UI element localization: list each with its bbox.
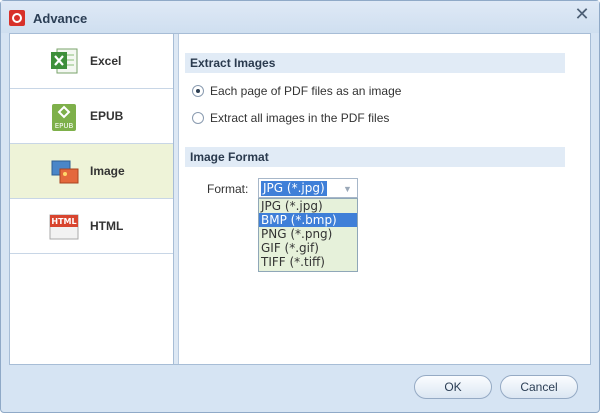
dropdown-option-bmp[interactable]: BMP (*.bmp): [259, 213, 357, 227]
panel-divider: [174, 34, 179, 364]
excel-icon: [48, 46, 80, 78]
dropdown-option-gif[interactable]: GIF (*.gif): [259, 241, 357, 255]
dropdown-option-png[interactable]: PNG (*.png): [259, 227, 357, 241]
sidebar: Excel EPUB EPUB Image HTML HTML: [10, 34, 174, 364]
sidebar-item-image[interactable]: Image: [10, 144, 173, 199]
close-button[interactable]: ✕: [569, 4, 595, 24]
extract-images-header: Extract Images: [185, 53, 565, 73]
html-icon: HTML: [48, 211, 80, 243]
format-select[interactable]: JPG (*.jpg) ▼: [258, 178, 358, 198]
sidebar-item-excel[interactable]: Excel: [10, 34, 173, 89]
radio-button[interactable]: [192, 112, 204, 124]
image-icon: [48, 156, 80, 188]
radio-label: Extract all images in the PDF files: [210, 111, 390, 125]
sidebar-item-epub[interactable]: EPUB EPUB: [10, 89, 173, 144]
format-dropdown-list: JPG (*.jpg) BMP (*.bmp) PNG (*.png) GIF …: [258, 198, 358, 272]
sidebar-item-label: HTML: [90, 219, 124, 233]
epub-icon-text: EPUB: [55, 122, 74, 130]
sidebar-item-label: EPUB: [90, 109, 124, 123]
format-select-value: JPG (*.jpg): [261, 181, 327, 196]
sidebar-item-html[interactable]: HTML HTML: [10, 199, 173, 254]
chevron-down-icon[interactable]: ▼: [343, 184, 352, 194]
sidebar-item-label: Image: [90, 164, 125, 178]
window-title: Advance: [33, 11, 88, 26]
dropdown-option-tiff[interactable]: TIFF (*.tiff): [259, 255, 357, 269]
advance-dialog: Advance ✕ Excel EPUB EPUB Image HTML HTM…: [0, 0, 600, 413]
title-bar[interactable]: Advance ✕: [1, 1, 599, 33]
cancel-button[interactable]: Cancel: [500, 375, 578, 399]
ok-button[interactable]: OK: [414, 375, 492, 399]
radio-label: Each page of PDF files as an image: [210, 84, 402, 98]
app-logo-icon: [9, 10, 25, 26]
image-format-header: Image Format: [185, 147, 565, 167]
format-label: Format:: [207, 182, 249, 196]
epub-icon: EPUB: [48, 101, 80, 133]
sidebar-item-label: Excel: [90, 54, 122, 68]
radio-button-checked[interactable]: [192, 85, 204, 97]
dropdown-option-jpg[interactable]: JPG (*.jpg): [259, 199, 357, 213]
html-icon-text: HTML: [51, 217, 76, 226]
